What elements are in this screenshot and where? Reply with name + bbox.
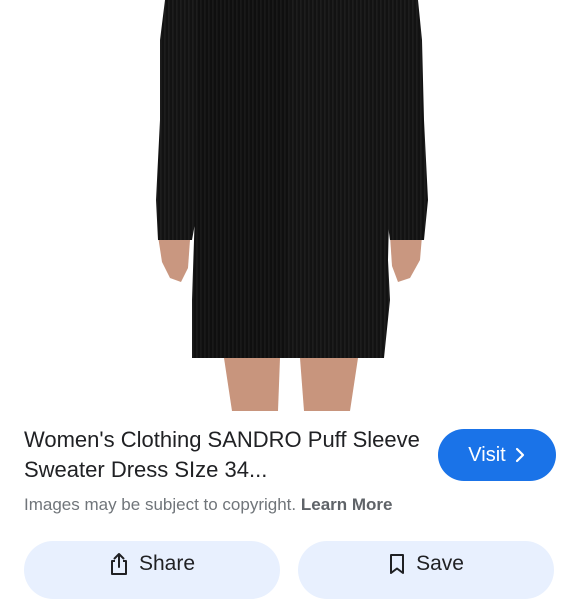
chevron-right-icon	[514, 447, 526, 463]
product-image[interactable]	[0, 0, 580, 411]
sweater-dress-photo	[156, 0, 428, 411]
save-button[interactable]: Save	[298, 541, 554, 599]
copyright-notice: Images may be subject to copyright. Lear…	[24, 494, 393, 516]
bookmark-icon	[388, 553, 406, 575]
learn-more-link[interactable]: Learn More	[301, 495, 393, 514]
share-label: Share	[138, 552, 196, 575]
result-title[interactable]: Women's Clothing SANDRO Puff Sleeve Swea…	[24, 425, 424, 485]
visit-button[interactable]: Visit	[438, 429, 556, 481]
share-button[interactable]: Share	[24, 541, 280, 599]
share-icon	[109, 552, 129, 576]
copyright-text: Images may be subject to copyright.	[24, 495, 297, 514]
visit-label: Visit	[468, 443, 506, 466]
save-label: Save	[416, 552, 464, 575]
